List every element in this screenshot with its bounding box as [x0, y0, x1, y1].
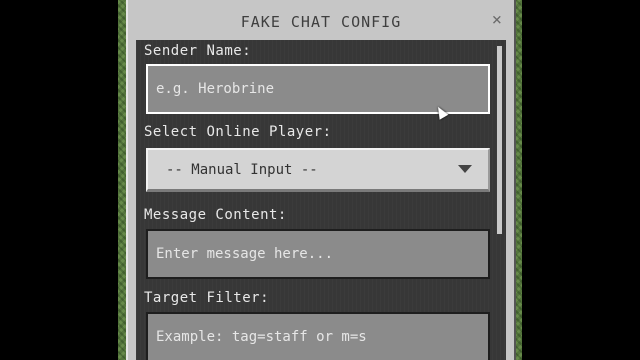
scrollbar[interactable] [497, 46, 502, 234]
online-player-selected: -- Manual Input -- [166, 161, 318, 178]
target-filter-input[interactable] [146, 312, 490, 360]
game-backdrop: FAKE CHAT CONFIG × Sender Name: Select O… [118, 0, 522, 360]
dialog-title: FAKE CHAT CONFIG [240, 13, 402, 31]
message-content-label: Message Content: [144, 207, 287, 223]
fake-chat-config-dialog: FAKE CHAT CONFIG × Sender Name: Select O… [126, 0, 516, 360]
form-panel: Sender Name: Select Online Player: -- Ma… [136, 40, 506, 360]
chevron-down-icon [458, 165, 472, 173]
close-icon[interactable]: × [492, 10, 502, 30]
message-content-input[interactable] [146, 229, 490, 279]
online-player-dropdown[interactable]: -- Manual Input -- [146, 148, 490, 192]
sender-name-label: Sender Name: [144, 43, 252, 59]
target-filter-label: Target Filter: [144, 290, 270, 306]
dialog-titlebar: FAKE CHAT CONFIG × [128, 0, 514, 40]
select-online-player-label: Select Online Player: [144, 124, 332, 140]
